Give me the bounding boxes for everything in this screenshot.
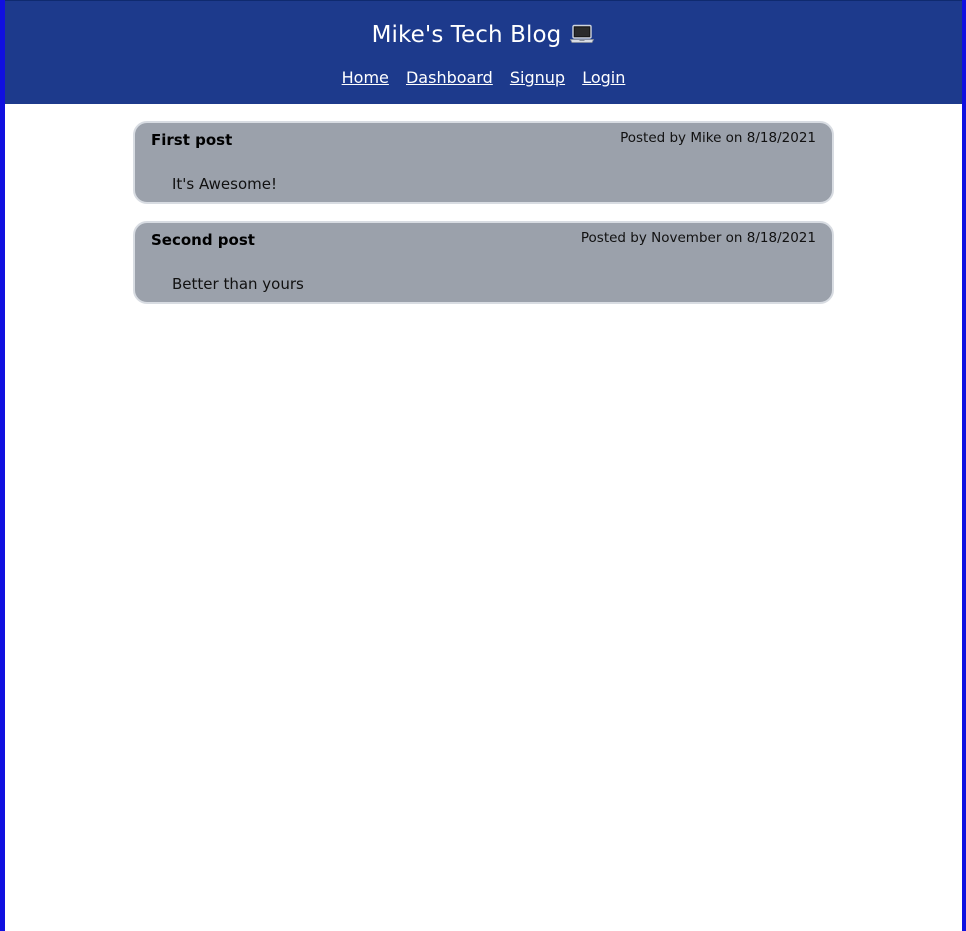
post-meta: Posted by November on 8/18/2021: [580, 230, 816, 246]
site-title-text: Mike's Tech Blog: [371, 22, 562, 48]
nav-signup-link[interactable]: Signup: [510, 68, 565, 87]
laptop-icon: [569, 21, 595, 53]
post-card[interactable]: Second post Posted by November on 8/18/2…: [133, 221, 834, 304]
site-title: Mike's Tech Blog: [5, 19, 962, 53]
nav-home-link[interactable]: Home: [342, 68, 389, 87]
main-nav: Home Dashboard Signup Login: [5, 67, 962, 89]
nav-login-link[interactable]: Login: [582, 68, 625, 87]
site-header: Mike's Tech Blog Home Dashboard Signup L…: [5, 0, 962, 104]
nav-dashboard-link[interactable]: Dashboard: [406, 68, 493, 87]
post-card[interactable]: First post Posted by Mike on 8/18/2021 I…: [133, 121, 834, 204]
post-body: Better than yours: [172, 275, 304, 293]
post-meta: Posted by Mike on 8/18/2021: [620, 130, 816, 146]
post-title[interactable]: Second post: [151, 229, 255, 251]
post-body: It's Awesome!: [172, 175, 278, 193]
post-title[interactable]: First post: [151, 129, 232, 151]
